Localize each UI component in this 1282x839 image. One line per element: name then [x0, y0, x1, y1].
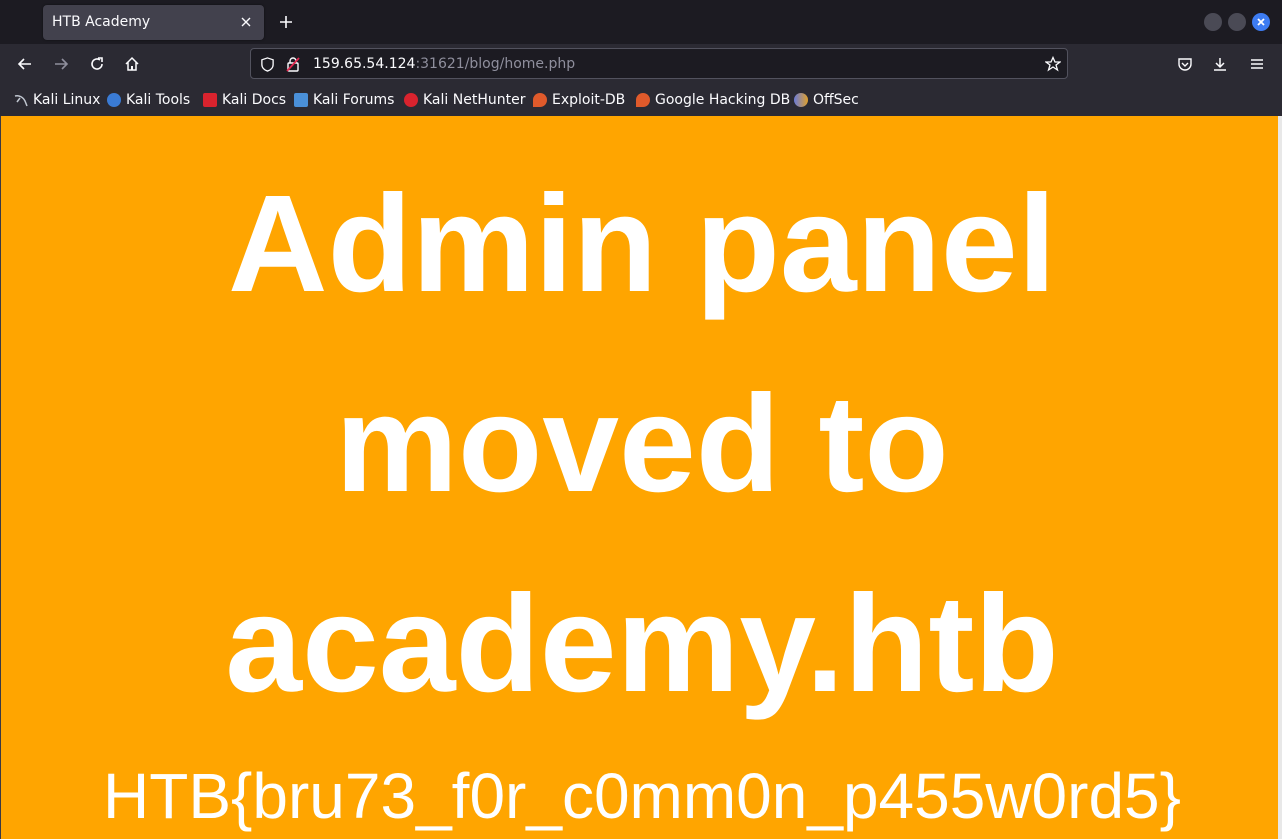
headline-line-3: academy.htb [225, 567, 1059, 721]
exploit-db-icon [533, 93, 547, 107]
back-button[interactable] [13, 52, 37, 76]
reload-button[interactable] [85, 52, 109, 76]
close-icon[interactable] [236, 12, 256, 32]
kali-tools-icon [107, 93, 121, 107]
headline-line-2: moved to [335, 367, 949, 521]
flag-text: HTB{bru73_f0r_c0mm0n_p455w0rd5} [103, 760, 1181, 832]
bookmark-offsec[interactable]: OffSec [794, 91, 859, 109]
vertical-scrollbar[interactable] [1278, 116, 1282, 839]
shield-icon[interactable] [260, 57, 275, 72]
kali-dragon-icon [14, 93, 28, 107]
bookmark-kali-tools[interactable]: Kali Tools [107, 91, 190, 109]
bookmark-exploit-db[interactable]: Exploit-DB [533, 91, 625, 109]
bookmark-label: Exploit-DB [552, 92, 626, 108]
tab-title: HTB Academy [52, 14, 151, 30]
bookmark-kali-nethunter[interactable]: Kali NetHunter [404, 91, 525, 109]
home-icon [125, 56, 139, 71]
close-icon [1257, 18, 1265, 26]
star-icon[interactable] [1045, 56, 1061, 72]
bookmark-google-hacking-db[interactable]: Google Hacking DB [636, 91, 790, 109]
navigation-toolbar: 159.65.54.124:31621/blog/home.php [0, 44, 1282, 84]
bookmark-label: Kali Tools [126, 92, 191, 108]
plus-icon[interactable] [274, 10, 298, 34]
bookmark-label: Google Hacking DB [655, 92, 791, 108]
minimize-button[interactable] [1204, 13, 1222, 31]
tab-strip: HTB Academy [0, 0, 1282, 44]
tab-htb-academy[interactable]: HTB Academy [43, 5, 264, 40]
menu-button[interactable] [1245, 52, 1269, 76]
pocket-icon [1178, 58, 1192, 71]
page-headline: Admin panel moved to academy.htb [1, 144, 1282, 744]
arrow-left-icon [17, 58, 31, 70]
insecure-lock-icon[interactable] [286, 56, 300, 72]
bookmark-kali-docs[interactable]: Kali Docs [203, 91, 286, 109]
reload-icon [91, 57, 103, 70]
home-button[interactable] [120, 52, 144, 76]
offsec-icon [794, 93, 808, 107]
bookmark-kali-forums[interactable]: Kali Forums [294, 91, 394, 109]
bookmark-label: Kali Docs [222, 92, 287, 108]
url-host: 159.65.54.124 [313, 56, 416, 72]
bookmark-kali-linux[interactable]: Kali Linux [14, 91, 100, 109]
nethunter-icon [404, 93, 418, 107]
url-bar[interactable]: 159.65.54.124:31621/blog/home.php [250, 48, 1068, 79]
forward-button[interactable] [49, 52, 73, 76]
bookmark-label: OffSec [813, 92, 859, 108]
bookmark-label: Kali NetHunter [423, 92, 526, 108]
bookmark-label: Kali Linux [33, 92, 101, 108]
bookmarks-toolbar: Kali Linux Kali Tools Kali Docs Kali For… [0, 84, 1282, 116]
ghdb-icon [636, 93, 650, 107]
hamburger-icon [1251, 59, 1263, 69]
arrow-right-icon [55, 58, 69, 70]
pocket-button[interactable] [1173, 52, 1197, 76]
bookmark-label: Kali Forums [313, 92, 395, 108]
url-path: :31621/blog/home.php [415, 56, 576, 72]
headline-line-1: Admin panel [227, 167, 1057, 321]
downloads-button[interactable] [1208, 52, 1232, 76]
window-close-button[interactable] [1252, 13, 1270, 31]
kali-forums-icon [294, 93, 308, 107]
kali-docs-icon [203, 93, 217, 107]
download-icon [1214, 58, 1226, 71]
maximize-button[interactable] [1228, 13, 1246, 31]
page-content: Admin panel moved to academy.htb HTB{bru… [0, 116, 1282, 839]
url-text[interactable]: 159.65.54.124:31621/blog/home.php [313, 56, 575, 72]
